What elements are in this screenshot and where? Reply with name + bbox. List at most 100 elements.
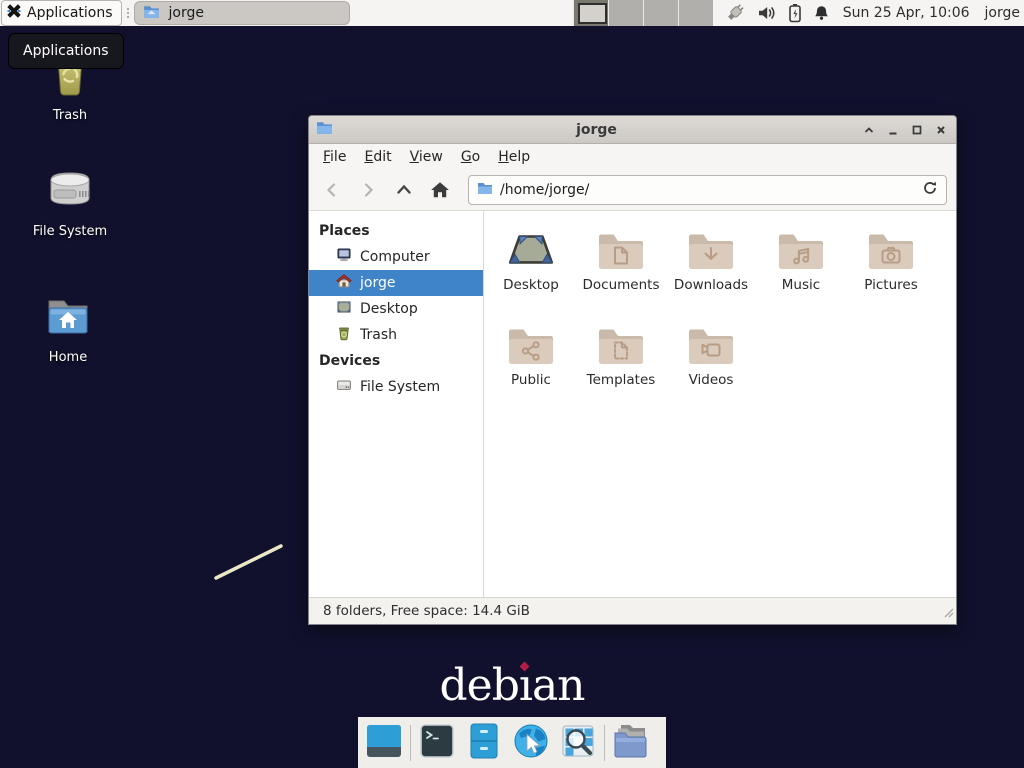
- file-item-public[interactable]: Public: [486, 316, 576, 411]
- maximize-icon[interactable]: [908, 121, 925, 138]
- terminal-button[interactable]: [416, 722, 458, 764]
- home-folder-icon: [44, 294, 92, 344]
- desktop-special-icon: [504, 224, 558, 272]
- minimize-icon[interactable]: [884, 121, 901, 138]
- applications-x-icon: [6, 3, 22, 23]
- volume-icon[interactable]: [757, 3, 777, 23]
- folder-videos-icon: [687, 319, 735, 367]
- workspace-4[interactable]: [678, 0, 713, 26]
- file-item-label: Public: [511, 372, 551, 388]
- desktop-icon-label: Trash: [53, 108, 87, 123]
- dock-separator: [604, 725, 605, 761]
- drive-icon: [336, 377, 352, 397]
- file-item-label: Videos: [689, 372, 734, 388]
- up-button[interactable]: [390, 175, 418, 205]
- panel-handle[interactable]: [124, 8, 132, 18]
- file-item-label: Pictures: [864, 277, 917, 293]
- battery-charging-icon[interactable]: [788, 3, 802, 23]
- file-cabinet-icon: [464, 721, 504, 765]
- harddrive-icon: [45, 166, 95, 218]
- file-item-label: Templates: [587, 372, 656, 388]
- file-manager-button[interactable]: [463, 722, 505, 764]
- menu-file[interactable]: File: [314, 146, 355, 168]
- folder-templates-icon: [597, 319, 645, 367]
- desktop-icon-label: File System: [33, 224, 107, 239]
- sidebar-item-computer[interactable]: Computer: [309, 244, 483, 270]
- applications-menu-button[interactable]: Applications: [1, 0, 122, 26]
- file-manager-window: jorge File Edit View Go Help: [308, 115, 957, 625]
- top-panel: Applications jorge Sun 25 Apr, 10:: [0, 0, 1024, 26]
- menu-edit[interactable]: Edit: [355, 146, 400, 168]
- folder-documents-icon: [597, 224, 645, 272]
- menu-go[interactable]: Go: [452, 146, 489, 168]
- forward-button[interactable]: [354, 175, 382, 205]
- dock-separator: [410, 725, 411, 761]
- taskbar-button-jorge[interactable]: jorge: [134, 1, 350, 25]
- sidebar-header-devices: Devices: [309, 348, 483, 374]
- reload-icon[interactable]: [922, 180, 938, 200]
- workspace-2[interactable]: [608, 0, 643, 26]
- file-item-downloads[interactable]: Downloads: [666, 221, 756, 316]
- menu-help[interactable]: Help: [489, 146, 539, 168]
- file-view: Desktop Documents: [484, 211, 956, 597]
- desktop-small-icon: [336, 299, 352, 319]
- trash-small-icon: [336, 325, 352, 345]
- applications-menu-label: Applications: [27, 5, 113, 21]
- desktop-icon-file-system[interactable]: File System: [24, 166, 116, 239]
- app-finder-button[interactable]: [557, 722, 599, 764]
- sidebar-item-file-system[interactable]: File System: [309, 374, 483, 400]
- home-button[interactable]: [426, 175, 454, 205]
- desktop-icon-home[interactable]: Home: [22, 294, 114, 365]
- file-item-label: Desktop: [503, 277, 559, 293]
- clock[interactable]: Sun 25 Apr, 10:06: [843, 5, 970, 21]
- sidebar-header-places: Places: [309, 218, 483, 244]
- path-folder-icon: [477, 180, 493, 200]
- sidebar-item-label: jorge: [360, 275, 395, 291]
- workspace-3[interactable]: [643, 0, 678, 26]
- back-button[interactable]: [318, 175, 346, 205]
- sidebar-item-desktop[interactable]: Desktop: [309, 296, 483, 322]
- directory-menu-folder-icon: [611, 721, 651, 765]
- workspace-1[interactable]: [573, 0, 608, 26]
- window-titlebar[interactable]: jorge: [309, 116, 956, 144]
- panel-username: jorge: [985, 5, 1020, 21]
- directory-menu-button[interactable]: [610, 722, 652, 764]
- file-item-videos[interactable]: Videos: [666, 316, 756, 411]
- desktop: Trash File System Home debıan: [0, 0, 1024, 768]
- path-bar[interactable]: /home/jorge/: [468, 175, 947, 205]
- file-item-label: Downloads: [674, 277, 748, 293]
- network-plug-icon[interactable]: [724, 2, 746, 24]
- folder-public-icon: [507, 319, 555, 367]
- folder-downloads-icon: [687, 224, 735, 272]
- terminal-icon: [417, 721, 457, 765]
- show-desktop-button[interactable]: [363, 722, 405, 764]
- web-browser-globe-icon: [511, 721, 551, 765]
- folder-icon: [143, 3, 160, 24]
- window-folder-icon: [316, 119, 333, 140]
- menu-view[interactable]: View: [401, 146, 452, 168]
- applications-tooltip: Applications: [8, 33, 124, 69]
- close-icon[interactable]: [932, 121, 949, 138]
- sidebar-item-trash[interactable]: Trash: [309, 322, 483, 348]
- resize-grip[interactable]: [943, 606, 954, 622]
- sidebar-item-label: Computer: [360, 249, 430, 265]
- debian-logo: debıan: [0, 660, 1024, 711]
- show-desktop-icon: [364, 721, 404, 765]
- web-browser-button[interactable]: [510, 722, 552, 764]
- shade-icon[interactable]: [860, 121, 877, 138]
- taskbar-button-label: jorge: [169, 5, 204, 21]
- file-item-label: Music: [782, 277, 820, 293]
- user-home-icon: [336, 273, 352, 293]
- app-finder-icon: [558, 721, 598, 765]
- window-title: jorge: [333, 122, 860, 138]
- file-item-documents[interactable]: Documents: [576, 221, 666, 316]
- sidebar-item-label: File System: [360, 379, 440, 395]
- sidebar-item-jorge[interactable]: jorge: [309, 270, 483, 296]
- file-item-templates[interactable]: Templates: [576, 316, 666, 411]
- file-item-desktop[interactable]: Desktop: [486, 221, 576, 316]
- file-item-music[interactable]: Music: [756, 221, 846, 316]
- folder-music-icon: [777, 224, 825, 272]
- notifications-bell-icon[interactable]: [813, 4, 830, 22]
- file-item-pictures[interactable]: Pictures: [846, 221, 936, 316]
- path-input[interactable]: /home/jorge/: [500, 182, 915, 198]
